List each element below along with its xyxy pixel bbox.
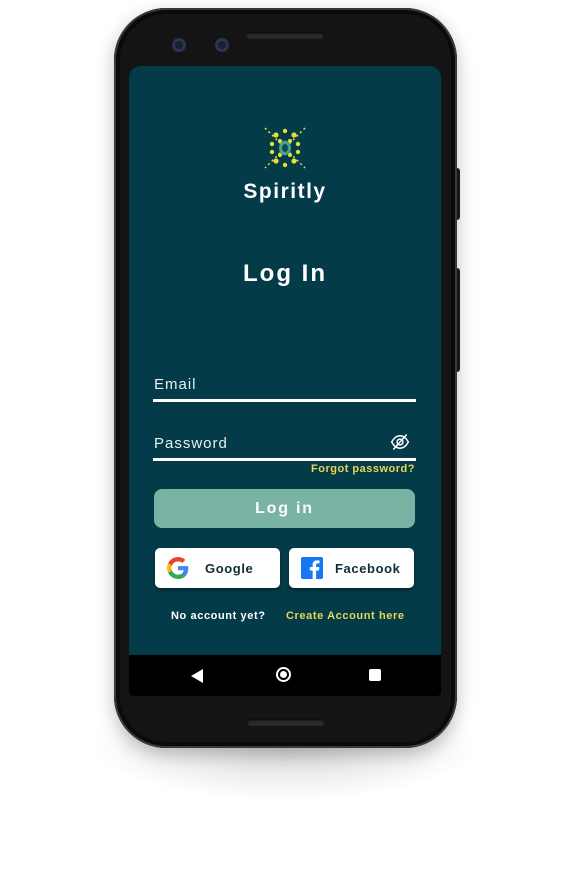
forgot-password-link[interactable]: Forgot password? [311, 463, 415, 475]
bottom-speaker [247, 719, 325, 726]
app-name: Spiritly [243, 180, 327, 203]
login-button[interactable]: Log in [154, 489, 415, 528]
app-screen: Spiritly Log In Email Password Forgot pa… [129, 66, 441, 696]
google-login-button[interactable]: Google [155, 548, 280, 588]
password-field[interactable]: Password [153, 428, 416, 461]
email-field[interactable]: Email [153, 369, 416, 402]
google-icon [167, 557, 189, 579]
earpiece-speaker [246, 32, 324, 39]
eye-slash-icon[interactable] [390, 432, 410, 452]
page-title: Log In [243, 260, 327, 287]
create-account-link[interactable]: Create Account here [286, 610, 405, 622]
android-nav-bar [129, 655, 441, 696]
password-label: Password [154, 435, 228, 452]
facebook-label: Facebook [335, 560, 401, 576]
home-circle-icon[interactable] [276, 667, 291, 682]
back-triangle-icon[interactable] [191, 669, 203, 683]
spiritly-logo-icon [264, 127, 306, 169]
front-sensor [215, 38, 229, 52]
no-account-text: No account yet? [171, 610, 266, 622]
facebook-icon [301, 557, 323, 579]
facebook-login-button[interactable]: Facebook [289, 548, 414, 588]
google-label: Google [205, 560, 254, 576]
email-label: Email [154, 376, 197, 393]
recents-square-icon[interactable] [369, 669, 381, 681]
front-camera [172, 38, 186, 52]
